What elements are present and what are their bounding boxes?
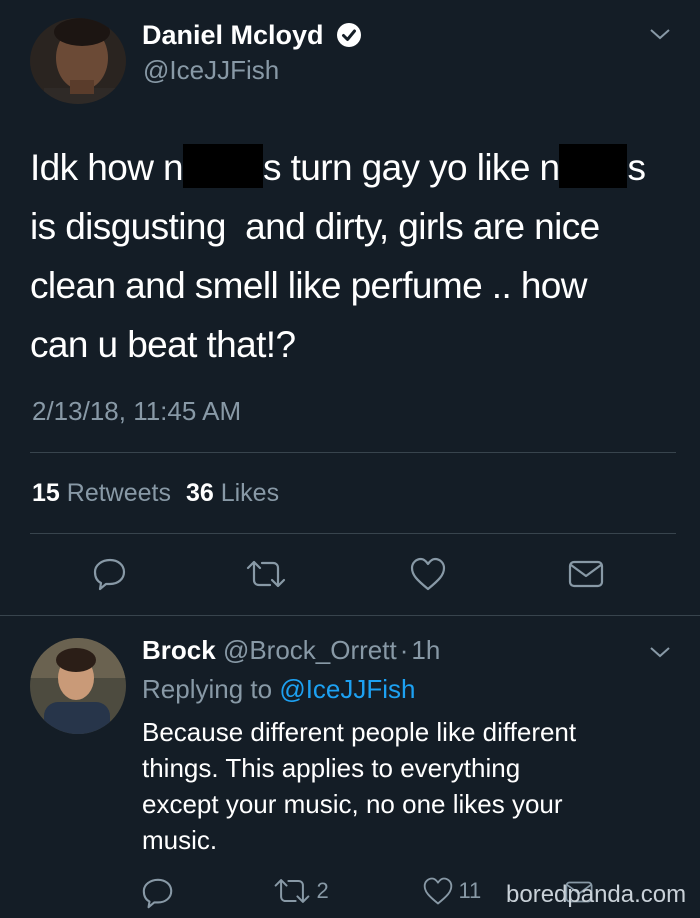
reply-menu-chevron-icon[interactable] [648,644,672,660]
verified-badge-icon [336,22,362,48]
replying-to-handle[interactable]: @IceJJFish [279,674,415,704]
reply-like-count: 11 [458,878,482,903]
retweets-stat[interactable]: 15 Retweets [32,479,178,507]
tweet-stats: 15 Retweets 36 Likes [32,476,279,510]
author-handle[interactable]: @IceJJFish [143,54,279,86]
watermark: boredpanda.com [506,881,687,908]
envelope-icon [568,560,604,588]
reply-text-line-1: Because different people like different [142,717,577,747]
reply-text: Because different people like different … [142,714,682,858]
likes-stat[interactable]: 36 Likes [186,479,279,507]
tweet-timestamp: 2/13/18, 11:45 AM [32,396,242,426]
reply-text-line-3: except your music, no one likes your [142,789,563,819]
tweet-text-line-4: can u beat that!? [30,324,296,365]
reply-like-button[interactable]: 11 [422,876,481,910]
reply-time: 1h [411,635,441,665]
reply-retweet-count: 2 [316,878,329,903]
likes-count: 36 [185,479,214,507]
author-avatar[interactable] [30,18,126,104]
likes-label: Likes [220,479,280,507]
tweet-text-line-1: Idk how ns turn gay yo like ns [30,138,680,197]
reply-author-name[interactable]: Brock [142,635,216,665]
retweet-icon [246,560,286,588]
replying-to: Replying to @IceJJFish [142,672,416,706]
heart-icon [423,877,453,905]
divider [30,533,676,534]
divider [0,615,700,616]
redaction-bar [182,144,263,188]
divider [30,452,676,453]
retweets-label: Retweets [66,479,171,507]
heart-icon [410,557,446,591]
tweet-text: Idk how ns turn gay yo like ns is disgus… [30,138,680,374]
reply-text-line-2: things. This applies to everything [142,753,521,783]
reply-button[interactable] [92,556,128,592]
like-button[interactable] [409,556,447,592]
redaction-bar [559,144,628,188]
reply-reply-button[interactable] [141,876,175,910]
reply-icon [93,558,126,591]
reply-icon [142,878,173,909]
time-separator: · [399,635,409,665]
tweet-text-line-3: clean and smell like perfume .. how [30,265,587,306]
retweets-count: 15 [32,479,60,507]
reply-text-line-4: music. [142,825,218,855]
retweet-button[interactable] [244,558,288,590]
reply-author-avatar[interactable] [30,638,126,734]
tweet-text-line-2: is disgusting and dirty, girls are nice [30,206,600,247]
author-name[interactable]: Daniel Mcloyd [142,18,324,52]
reply-author-handle[interactable]: @Brock_Orrett [223,635,397,665]
tweet-menu-chevron-icon[interactable] [648,26,672,42]
retweet-icon [274,879,310,903]
reply-header: Brock @Brock_Orrett · 1h [142,634,440,666]
direct-message-button[interactable] [567,558,605,590]
reply-retweet-button[interactable]: 2 [272,876,329,910]
replying-to-label: Replying to [142,674,273,704]
